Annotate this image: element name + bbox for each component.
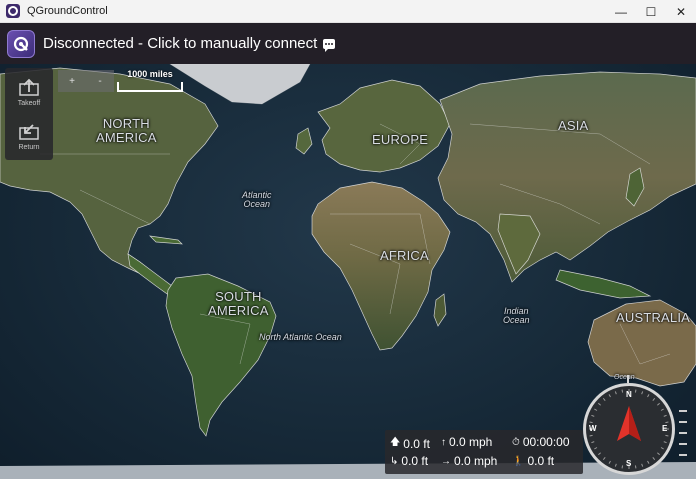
compass-west: W: [589, 424, 597, 433]
label-europe: EUROPE: [372, 132, 429, 147]
compass-tick: [665, 434, 669, 437]
compass-tick: [594, 447, 598, 450]
minimize-button[interactable]: —: [606, 0, 636, 23]
altitude-value: 0.0 ft: [403, 436, 430, 451]
ground-speed-group: ↑ 0.0 mph: [441, 435, 492, 449]
distance-home-group: ↳ 0.0 ft: [390, 454, 428, 468]
attitude-side-ticks: [679, 410, 691, 470]
compass-tick: [641, 391, 644, 395]
compass-tick: [641, 463, 644, 467]
climb-speed-group: → 0.0 mph: [441, 454, 497, 468]
label-australia: AUSTRALIA: [616, 310, 691, 325]
window-title: QGroundControl: [27, 5, 108, 17]
home-return-icon: ↳: [390, 455, 399, 467]
app-icon: [6, 4, 20, 18]
flight-time-value: 00:00:00: [522, 435, 570, 449]
distance-vehicle-value: 0.0 ft: [527, 454, 555, 468]
return-label: Return: [18, 143, 40, 151]
compass-widget[interactable]: N E S W: [583, 375, 675, 475]
distance-vehicle-group: 🚶 0.0 ft: [512, 454, 554, 468]
compass-tick: [657, 452, 660, 456]
compass-tick: [665, 421, 669, 424]
label-atlantic-ocean: Atlantic Ocean: [242, 190, 272, 210]
compass-tick: [589, 421, 593, 424]
zoom-controls: + -: [58, 70, 114, 92]
connection-status-button[interactable]: Disconnected - Click to manually connect: [43, 35, 317, 52]
compass-dial: N E S W: [583, 383, 675, 475]
compass-heading-tick: [627, 375, 629, 383]
label-indian-ocean: Indian Ocean: [503, 306, 530, 326]
map-scale-bar: [117, 82, 183, 92]
compass-tick: [660, 408, 664, 411]
label-north-america: NORTH AMERICA: [96, 116, 157, 145]
compass-tick: [663, 441, 667, 444]
compass-tick: [614, 391, 617, 395]
label-north-atlantic-ocean: North Atlantic Ocean: [259, 332, 342, 342]
takeoff-button[interactable]: Takeoff: [5, 70, 53, 114]
compass-tick: [591, 441, 595, 444]
qgc-logo-icon[interactable]: [7, 29, 35, 58]
flight-time-group: ⏱ 00:00:00: [512, 435, 570, 449]
horizontal-arrow-icon: →: [441, 455, 451, 467]
distance-home-value: 0.0 ft: [401, 454, 429, 468]
compass-tick: [652, 457, 656, 460]
telemetry-panel[interactable]: 🡅 0.0 ft ↑ 0.0 mph ⏱ 00:00:00 ↳ 0.0 ft →…: [385, 430, 583, 474]
label-africa: AFRICA: [380, 248, 429, 263]
compass-east: E: [662, 424, 668, 433]
compass-tick: [660, 447, 664, 450]
compass-tick: [634, 389, 637, 393]
zoom-out-button[interactable]: -: [86, 70, 114, 92]
compass-tick: [614, 463, 617, 467]
compass-tick: [647, 460, 650, 464]
fly-tool-strip: Takeoff Return: [5, 68, 53, 160]
main-toolbar: Disconnected - Click to manually connect: [0, 23, 696, 64]
compass-tick: [647, 394, 650, 398]
window-titlebar[interactable]: QGroundControl — ☐ ✕: [0, 0, 696, 23]
compass-tick: [589, 434, 593, 437]
maximize-button[interactable]: ☐: [636, 0, 666, 23]
compass-tick: [602, 398, 606, 401]
qgroundcontrol-window: QGroundControl — ☐ ✕ Disconnected - Clic…: [0, 0, 696, 479]
compass-tick: [602, 457, 606, 460]
compass-tick: [663, 414, 667, 417]
compass-north: N: [626, 390, 632, 399]
ground-speed-value: 0.0 mph: [449, 435, 493, 449]
return-icon: [19, 123, 39, 140]
zoom-in-button[interactable]: +: [58, 70, 86, 92]
compass-tick: [608, 460, 611, 464]
compass-south: S: [626, 459, 632, 468]
window-controls: — ☐ ✕: [606, 0, 696, 23]
label-south-america: SOUTH AMERICA: [208, 289, 269, 318]
compass-tick: [598, 452, 601, 456]
compass-tick: [591, 414, 595, 417]
close-button[interactable]: ✕: [666, 0, 696, 23]
compass-tick: [621, 389, 624, 393]
qgc-logo-glyph: [13, 36, 29, 51]
walking-person-icon: 🚶: [512, 455, 525, 467]
climb-arrow-icon: ↑: [441, 436, 446, 448]
takeoff-label: Takeoff: [17, 99, 41, 107]
takeoff-icon: [19, 78, 39, 96]
compass-tick: [598, 402, 601, 406]
compass-tick: [594, 408, 598, 411]
return-button[interactable]: Return: [5, 114, 53, 158]
stopwatch-icon: ⏱: [512, 436, 520, 448]
compass-tick: [608, 394, 611, 398]
altitude-value-group: 🡅 0.0 ft: [390, 435, 430, 452]
chat-bubble-icon[interactable]: [323, 38, 336, 52]
label-asia: ASIA: [558, 118, 589, 133]
compass-tick: [621, 465, 624, 469]
climb-speed-value: 0.0 mph: [454, 454, 498, 468]
compass-tick: [634, 465, 637, 469]
compass-tick: [657, 402, 660, 406]
map-scale-label: 1000 miles: [127, 69, 173, 79]
compass-tick: [652, 398, 656, 401]
altitude-arrow-icon: 🡅: [390, 437, 401, 448]
